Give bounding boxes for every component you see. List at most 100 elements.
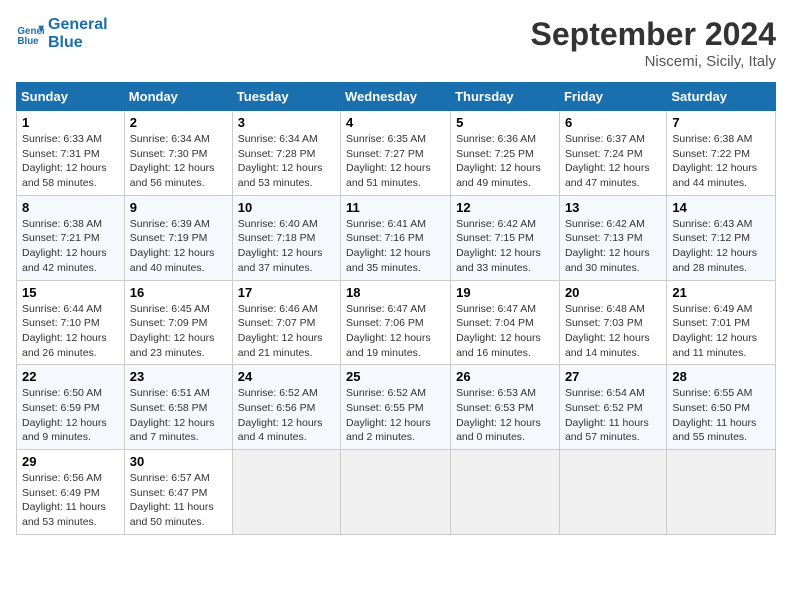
calendar-cell: 22 Sunrise: 6:50 AMSunset: 6:59 PMDaylig… [17, 365, 125, 450]
location: Niscemi, Sicily, Italy [531, 53, 776, 70]
day-info: Sunrise: 6:49 AMSunset: 7:01 PMDaylight:… [672, 303, 757, 359]
day-number: 3 [238, 115, 335, 130]
calendar-cell: 14 Sunrise: 6:43 AMSunset: 7:12 PMDaylig… [667, 195, 776, 280]
day-info: Sunrise: 6:51 AMSunset: 6:58 PMDaylight:… [130, 387, 215, 443]
logo-line2: Blue [48, 34, 108, 52]
day-info: Sunrise: 6:50 AMSunset: 6:59 PMDaylight:… [22, 387, 107, 443]
day-info: Sunrise: 6:52 AMSunset: 6:56 PMDaylight:… [238, 387, 323, 443]
day-number: 25 [346, 369, 445, 384]
day-info: Sunrise: 6:40 AMSunset: 7:18 PMDaylight:… [238, 218, 323, 274]
calendar-cell: 7 Sunrise: 6:38 AMSunset: 7:22 PMDayligh… [667, 111, 776, 196]
calendar-cell [232, 450, 340, 535]
day-number: 10 [238, 200, 335, 215]
calendar-cell: 13 Sunrise: 6:42 AMSunset: 7:13 PMDaylig… [559, 195, 666, 280]
logo-icon: General Blue [16, 20, 44, 48]
calendar-cell: 4 Sunrise: 6:35 AMSunset: 7:27 PMDayligh… [341, 111, 451, 196]
calendar-cell: 1 Sunrise: 6:33 AMSunset: 7:31 PMDayligh… [17, 111, 125, 196]
day-number: 8 [22, 200, 119, 215]
calendar-cell [451, 450, 560, 535]
day-number: 18 [346, 285, 445, 300]
day-number: 26 [456, 369, 554, 384]
day-number: 4 [346, 115, 445, 130]
calendar-week-row: 8 Sunrise: 6:38 AMSunset: 7:21 PMDayligh… [17, 195, 776, 280]
calendar-cell: 18 Sunrise: 6:47 AMSunset: 7:06 PMDaylig… [341, 280, 451, 365]
day-info: Sunrise: 6:53 AMSunset: 6:53 PMDaylight:… [456, 387, 541, 443]
dow-header: Sunday [17, 83, 125, 111]
day-info: Sunrise: 6:42 AMSunset: 7:13 PMDaylight:… [565, 218, 650, 274]
day-number: 17 [238, 285, 335, 300]
calendar-cell: 27 Sunrise: 6:54 AMSunset: 6:52 PMDaylig… [559, 365, 666, 450]
calendar-cell: 12 Sunrise: 6:42 AMSunset: 7:15 PMDaylig… [451, 195, 560, 280]
day-info: Sunrise: 6:34 AMSunset: 7:28 PMDaylight:… [238, 133, 323, 189]
day-info: Sunrise: 6:54 AMSunset: 6:52 PMDaylight:… [565, 387, 649, 443]
day-number: 1 [22, 115, 119, 130]
calendar-cell: 16 Sunrise: 6:45 AMSunset: 7:09 PMDaylig… [124, 280, 232, 365]
day-info: Sunrise: 6:44 AMSunset: 7:10 PMDaylight:… [22, 303, 107, 359]
calendar-cell: 17 Sunrise: 6:46 AMSunset: 7:07 PMDaylig… [232, 280, 340, 365]
day-number: 20 [565, 285, 661, 300]
calendar-cell: 9 Sunrise: 6:39 AMSunset: 7:19 PMDayligh… [124, 195, 232, 280]
dow-header: Thursday [451, 83, 560, 111]
calendar-cell: 30 Sunrise: 6:57 AMSunset: 6:47 PMDaylig… [124, 450, 232, 535]
calendar-cell: 5 Sunrise: 6:36 AMSunset: 7:25 PMDayligh… [451, 111, 560, 196]
day-number: 2 [130, 115, 227, 130]
calendar-cell [341, 450, 451, 535]
calendar-week-row: 29 Sunrise: 6:56 AMSunset: 6:49 PMDaylig… [17, 450, 776, 535]
calendar-cell: 10 Sunrise: 6:40 AMSunset: 7:18 PMDaylig… [232, 195, 340, 280]
month-title: September 2024 [531, 16, 776, 53]
day-info: Sunrise: 6:55 AMSunset: 6:50 PMDaylight:… [672, 387, 756, 443]
day-number: 6 [565, 115, 661, 130]
dow-header: Wednesday [341, 83, 451, 111]
page-header: General Blue General Blue September 2024… [16, 16, 776, 70]
svg-text:Blue: Blue [17, 35, 39, 46]
calendar-week-row: 15 Sunrise: 6:44 AMSunset: 7:10 PMDaylig… [17, 280, 776, 365]
dow-header: Friday [559, 83, 666, 111]
calendar-cell: 24 Sunrise: 6:52 AMSunset: 6:56 PMDaylig… [232, 365, 340, 450]
calendar-cell: 20 Sunrise: 6:48 AMSunset: 7:03 PMDaylig… [559, 280, 666, 365]
calendar-cell: 3 Sunrise: 6:34 AMSunset: 7:28 PMDayligh… [232, 111, 340, 196]
day-number: 27 [565, 369, 661, 384]
day-info: Sunrise: 6:45 AMSunset: 7:09 PMDaylight:… [130, 303, 215, 359]
calendar-cell: 19 Sunrise: 6:47 AMSunset: 7:04 PMDaylig… [451, 280, 560, 365]
day-info: Sunrise: 6:57 AMSunset: 6:47 PMDaylight:… [130, 472, 214, 528]
day-info: Sunrise: 6:35 AMSunset: 7:27 PMDaylight:… [346, 133, 431, 189]
days-of-week-row: SundayMondayTuesdayWednesdayThursdayFrid… [17, 83, 776, 111]
day-number: 23 [130, 369, 227, 384]
day-number: 14 [672, 200, 770, 215]
day-info: Sunrise: 6:34 AMSunset: 7:30 PMDaylight:… [130, 133, 215, 189]
calendar-cell: 28 Sunrise: 6:55 AMSunset: 6:50 PMDaylig… [667, 365, 776, 450]
day-info: Sunrise: 6:36 AMSunset: 7:25 PMDaylight:… [456, 133, 541, 189]
day-info: Sunrise: 6:37 AMSunset: 7:24 PMDaylight:… [565, 133, 650, 189]
day-number: 30 [130, 454, 227, 469]
day-info: Sunrise: 6:46 AMSunset: 7:07 PMDaylight:… [238, 303, 323, 359]
day-number: 29 [22, 454, 119, 469]
calendar-cell: 11 Sunrise: 6:41 AMSunset: 7:16 PMDaylig… [341, 195, 451, 280]
calendar-week-row: 1 Sunrise: 6:33 AMSunset: 7:31 PMDayligh… [17, 111, 776, 196]
day-info: Sunrise: 6:42 AMSunset: 7:15 PMDaylight:… [456, 218, 541, 274]
day-info: Sunrise: 6:47 AMSunset: 7:06 PMDaylight:… [346, 303, 431, 359]
day-number: 21 [672, 285, 770, 300]
day-number: 13 [565, 200, 661, 215]
day-number: 22 [22, 369, 119, 384]
day-info: Sunrise: 6:47 AMSunset: 7:04 PMDaylight:… [456, 303, 541, 359]
calendar-cell: 21 Sunrise: 6:49 AMSunset: 7:01 PMDaylig… [667, 280, 776, 365]
calendar-table: SundayMondayTuesdayWednesdayThursdayFrid… [16, 82, 776, 535]
day-number: 15 [22, 285, 119, 300]
day-number: 5 [456, 115, 554, 130]
day-number: 9 [130, 200, 227, 215]
calendar-week-row: 22 Sunrise: 6:50 AMSunset: 6:59 PMDaylig… [17, 365, 776, 450]
day-info: Sunrise: 6:56 AMSunset: 6:49 PMDaylight:… [22, 472, 106, 528]
day-number: 24 [238, 369, 335, 384]
day-number: 11 [346, 200, 445, 215]
calendar-cell: 29 Sunrise: 6:56 AMSunset: 6:49 PMDaylig… [17, 450, 125, 535]
day-number: 12 [456, 200, 554, 215]
dow-header: Tuesday [232, 83, 340, 111]
day-info: Sunrise: 6:48 AMSunset: 7:03 PMDaylight:… [565, 303, 650, 359]
calendar-cell [667, 450, 776, 535]
calendar-cell: 6 Sunrise: 6:37 AMSunset: 7:24 PMDayligh… [559, 111, 666, 196]
calendar-cell: 8 Sunrise: 6:38 AMSunset: 7:21 PMDayligh… [17, 195, 125, 280]
calendar-cell [559, 450, 666, 535]
calendar-cell: 26 Sunrise: 6:53 AMSunset: 6:53 PMDaylig… [451, 365, 560, 450]
dow-header: Saturday [667, 83, 776, 111]
dow-header: Monday [124, 83, 232, 111]
